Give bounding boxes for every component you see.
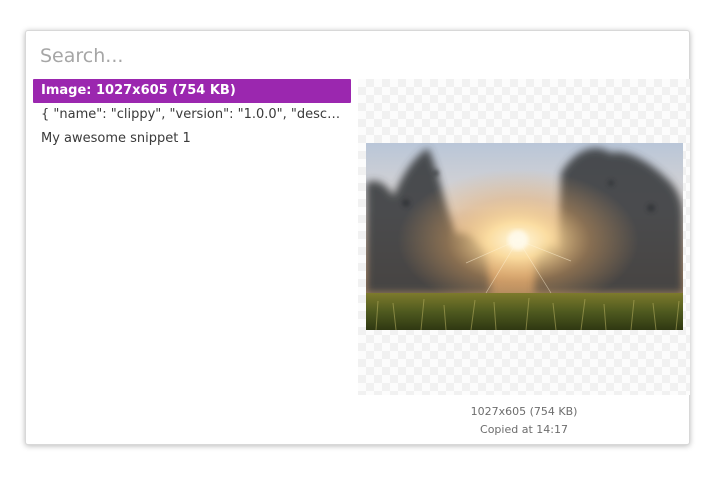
sunset-meadow-photo bbox=[366, 143, 683, 330]
list-item-text-snippet[interactable]: My awesome snippet 1 bbox=[33, 127, 351, 151]
list-item-image[interactable]: Image: 1027x605 (754 KB) bbox=[33, 79, 351, 103]
copied-timestamp: Copied at 14:17 bbox=[480, 423, 568, 436]
clipboard-history-list: Image: 1027x605 (754 KB) { "name": "clip… bbox=[33, 79, 351, 151]
image-size-info: 1027x605 (754 KB) bbox=[470, 405, 578, 418]
search-input[interactable] bbox=[40, 41, 670, 71]
image-preview-pane bbox=[358, 79, 690, 395]
clipboard-manager-window: Image: 1027x605 (754 KB) { "name": "clip… bbox=[25, 30, 690, 445]
list-item-json-snippet[interactable]: { "name": "clippy", "version": "1.0.0", … bbox=[33, 103, 351, 127]
preview-metadata: 1027x605 (754 KB) Copied at 14:17 bbox=[358, 403, 690, 439]
